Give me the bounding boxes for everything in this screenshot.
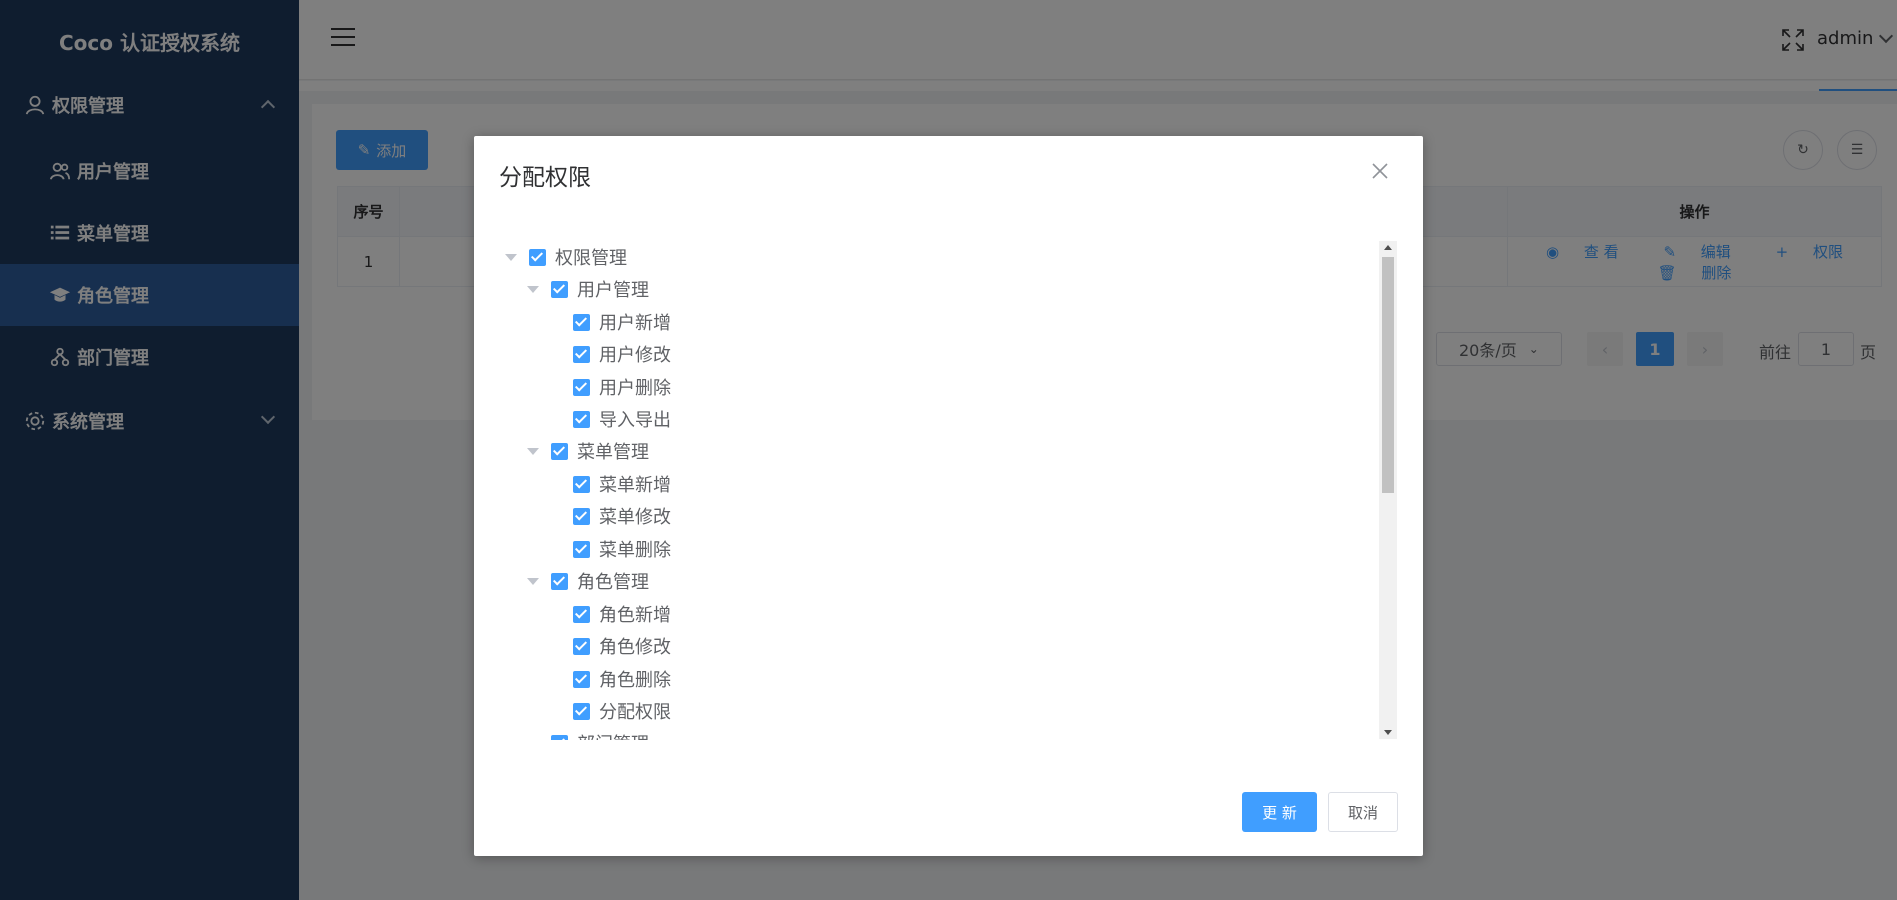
scroll-up-arrow-icon[interactable] bbox=[1384, 245, 1392, 250]
checkbox[interactable] bbox=[573, 313, 590, 331]
tree-node-label: 用户删除 bbox=[599, 378, 671, 399]
tree-node[interactable]: 部门管理 bbox=[527, 730, 649, 740]
tree-node-label: 菜单删除 bbox=[599, 540, 671, 561]
tree-node-label: 权限管理 bbox=[555, 248, 627, 269]
tree-node[interactable]: 角色删除 bbox=[573, 666, 671, 692]
caret-down-icon[interactable] bbox=[527, 577, 539, 585]
checkbox[interactable] bbox=[573, 702, 590, 720]
permission-tree: 权限管理 用户管理 用户新增 用户修改 用户删除 导入导出 菜单管理 菜单新增 … bbox=[499, 240, 1387, 740]
tree-node-label: 角色修改 bbox=[599, 637, 671, 658]
tree-node-label: 菜单新增 bbox=[599, 475, 671, 496]
checkbox[interactable] bbox=[573, 670, 590, 688]
checkbox[interactable] bbox=[573, 637, 590, 655]
checkbox[interactable] bbox=[573, 507, 590, 525]
tree-node-label: 用户修改 bbox=[599, 345, 671, 366]
tree-node[interactable]: 角色新增 bbox=[573, 601, 671, 627]
checkbox[interactable] bbox=[573, 540, 590, 558]
tree-node[interactable]: 用户修改 bbox=[573, 341, 671, 367]
tree-node-label: 菜单管理 bbox=[577, 442, 649, 463]
tree-node[interactable]: 分配权限 bbox=[573, 698, 671, 724]
checkbox[interactable] bbox=[573, 475, 590, 493]
caret-down-icon[interactable] bbox=[527, 739, 539, 740]
checkbox[interactable] bbox=[551, 442, 568, 460]
tree-node-label: 部门管理 bbox=[577, 730, 649, 740]
scroll-down-arrow-icon[interactable] bbox=[1384, 730, 1392, 735]
tree-node-label: 角色管理 bbox=[577, 572, 649, 593]
checkbox[interactable] bbox=[529, 248, 546, 266]
tree-node[interactable]: 菜单新增 bbox=[573, 471, 671, 497]
scrollbar-thumb[interactable] bbox=[1382, 257, 1394, 493]
dialog-title: 分配权限 bbox=[499, 165, 591, 191]
tree-node[interactable]: 菜单删除 bbox=[573, 536, 671, 562]
checkbox[interactable] bbox=[573, 345, 590, 363]
tree-node[interactable]: 角色修改 bbox=[573, 633, 671, 659]
checkbox[interactable] bbox=[573, 605, 590, 623]
caret-down-icon[interactable] bbox=[527, 447, 539, 455]
cancel-button[interactable]: 取消 bbox=[1328, 792, 1398, 832]
tree-node-label: 用户新增 bbox=[599, 313, 671, 334]
tree-node-label: 导入导出 bbox=[599, 410, 671, 431]
caret-down-icon[interactable] bbox=[505, 253, 517, 261]
checkbox[interactable] bbox=[573, 410, 590, 428]
checkbox[interactable] bbox=[551, 280, 568, 298]
tree-node[interactable]: 角色管理 bbox=[527, 568, 649, 594]
tree-scrollbar[interactable] bbox=[1379, 241, 1397, 739]
tree-node[interactable]: 用户删除 bbox=[573, 374, 671, 400]
tree-node-label: 角色删除 bbox=[599, 670, 671, 691]
tree-node[interactable]: 菜单管理 bbox=[527, 438, 649, 464]
tree-node[interactable]: 权限管理 bbox=[505, 244, 627, 270]
tree-node[interactable]: 导入导出 bbox=[573, 406, 671, 432]
assign-permissions-dialog: 分配权限 权限管理 用户管理 用户新增 用户修改 用户删除 导入导出 菜单管理 … bbox=[474, 136, 1423, 856]
update-button[interactable]: 更 新 bbox=[1242, 792, 1317, 832]
tree-node[interactable]: 菜单修改 bbox=[573, 503, 671, 529]
checkbox[interactable] bbox=[551, 572, 568, 590]
tree-node[interactable]: 用户管理 bbox=[527, 276, 649, 302]
tree-node-label: 角色新增 bbox=[599, 605, 671, 626]
tree-node[interactable]: 用户新增 bbox=[573, 309, 671, 335]
tree-node-label: 用户管理 bbox=[577, 280, 649, 301]
tree-node-label: 分配权限 bbox=[599, 702, 671, 723]
checkbox[interactable] bbox=[551, 734, 568, 740]
caret-down-icon[interactable] bbox=[527, 285, 539, 293]
tree-node-label: 菜单修改 bbox=[599, 507, 671, 528]
close-icon[interactable] bbox=[1371, 162, 1389, 180]
checkbox[interactable] bbox=[573, 378, 590, 396]
